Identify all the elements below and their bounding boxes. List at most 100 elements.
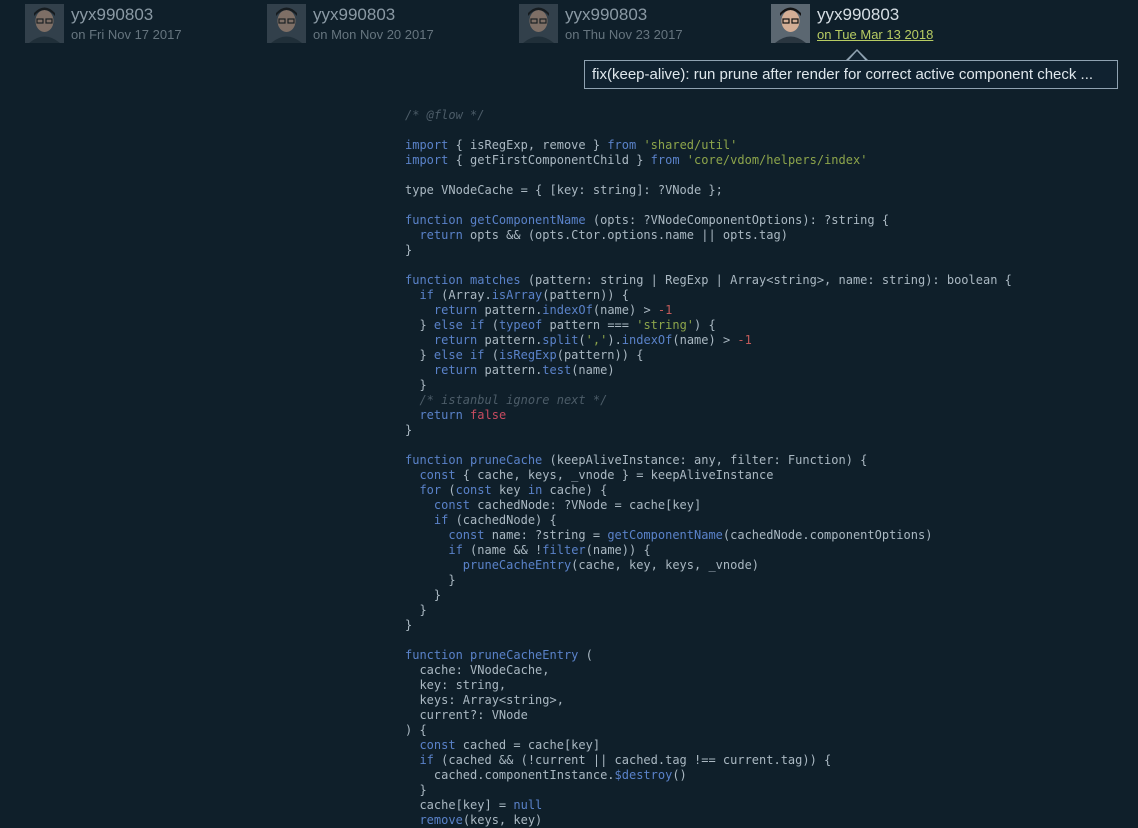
code-token: ( <box>441 483 456 497</box>
code-line: if (name && !filter(name)) { <box>405 543 1012 558</box>
code-token: if <box>448 543 463 557</box>
code-token: { isRegExp, remove } <box>448 138 608 152</box>
code-token: } <box>405 423 413 437</box>
code-token: (keepAliveInstance: any, filter: Functio… <box>542 453 868 467</box>
commit-item[interactable]: yyx990803 on Fri Nov 17 2017 <box>25 4 182 43</box>
code-line: keys: Array<string>, <box>405 693 1012 708</box>
code-token: } <box>405 618 413 632</box>
code-line: ) { <box>405 723 1012 738</box>
code-token: } <box>405 348 434 362</box>
code-token: { getFirstComponentChild } <box>448 153 651 167</box>
code-token: cache[key] = <box>405 798 514 812</box>
code-token: (cachedNode.componentOptions) <box>722 528 933 542</box>
code-token: (name) > <box>592 303 658 317</box>
code-token: name: ?string = <box>484 528 608 542</box>
code-token: isRegExp <box>498 348 557 362</box>
code-token: 'shared/util' <box>643 138 738 152</box>
commit-date: on Fri Nov 17 2017 <box>71 27 182 42</box>
commit-date: on Mon Nov 20 2017 <box>313 27 434 42</box>
code-line: return false <box>405 408 1012 423</box>
code-token: 'core/vdom/helpers/index' <box>686 153 868 167</box>
code-token: const <box>419 468 456 482</box>
code-token: pruneCacheEntry <box>470 648 579 662</box>
code-token: if <box>433 513 449 527</box>
code-token: (Array. <box>433 288 492 302</box>
code-token: pattern. <box>477 363 543 377</box>
code-token: const <box>433 498 471 512</box>
code-line: return pattern.split(',').indexOf(name) … <box>405 333 1012 348</box>
code-token: ( <box>484 318 499 332</box>
code-line: } <box>405 573 1012 588</box>
code-token: (pattern: string | RegExp | Array<string… <box>520 273 1012 287</box>
code-line: pruneCacheEntry(cache, key, keys, _vnode… <box>405 558 1012 573</box>
code-token: pattern. <box>477 303 543 317</box>
code-line: const { cache, keys, _vnode } = keepAliv… <box>405 468 1012 483</box>
code-token: import <box>405 153 449 167</box>
code-line: key: string, <box>405 678 1012 693</box>
code-line: } <box>405 783 1012 798</box>
code-token: (cache, key, keys, _vnode) <box>571 558 760 572</box>
code-line: return pattern.test(name) <box>405 363 1012 378</box>
code-token: for <box>419 483 442 497</box>
code-token: (keys, key) <box>462 813 543 827</box>
code-token: filter <box>542 543 586 557</box>
commit-history-bar: yyx990803 on Fri Nov 17 2017 yyx990803 o… <box>0 0 1138 50</box>
code-token: null <box>513 798 543 812</box>
code-token: else if <box>433 318 485 332</box>
code-token: typeof <box>498 318 543 332</box>
code-token: (cachedNode) { <box>448 513 557 527</box>
commit-message-tooltip: fix(keep-alive): run prune after render … <box>584 60 1118 89</box>
code-line: return pattern.indexOf(name) > -1 <box>405 303 1012 318</box>
code-line: } else if (typeof pattern === 'string') … <box>405 318 1012 333</box>
commit-item-active[interactable]: yyx990803 on Tue Mar 13 2018 <box>771 4 933 43</box>
code-token: ( <box>484 348 499 362</box>
code-token: cached.componentInstance. <box>405 768 615 782</box>
avatar <box>267 4 306 43</box>
code-line: function getComponentName (opts: ?VNodeC… <box>405 213 1012 228</box>
code-token: cache: VNodeCache, <box>405 663 550 677</box>
code-token: import <box>405 138 449 152</box>
code-token: -1 <box>737 333 752 347</box>
code-token: cache) { <box>542 483 608 497</box>
code-token: else if <box>433 348 485 362</box>
code-token: false <box>470 408 507 422</box>
code-line: import { isRegExp, remove } from 'shared… <box>405 138 1012 153</box>
code-line: cache[key] = null <box>405 798 1012 813</box>
commit-date-link[interactable]: on Tue Mar 13 2018 <box>817 27 933 43</box>
code-line: } <box>405 378 1012 393</box>
code-token: if <box>419 288 434 302</box>
code-token: const <box>419 738 456 752</box>
commit-author: yyx990803 <box>817 5 900 24</box>
code-line: } else if (isRegExp(pattern)) { <box>405 348 1012 363</box>
commit-item[interactable]: yyx990803 on Mon Nov 20 2017 <box>267 4 434 43</box>
commit-item[interactable]: yyx990803 on Thu Nov 23 2017 <box>519 4 683 43</box>
code-token: (opts: ?VNodeComponentOptions): ?string … <box>585 213 890 227</box>
code-token: 'string' <box>636 318 695 332</box>
code-line: cached.componentInstance.$destroy() <box>405 768 1012 783</box>
code-line: /* istanbul ignore next */ <box>405 393 1012 408</box>
code-line: } <box>405 618 1012 633</box>
code-line: if (cachedNode) { <box>405 513 1012 528</box>
code-token: function <box>405 453 463 467</box>
code-token: $destroy <box>614 768 673 782</box>
code-token: ) { <box>405 723 427 737</box>
code-line: function pruneCacheEntry ( <box>405 648 1012 663</box>
code-token: ( <box>578 333 586 347</box>
code-token: (name) > <box>672 333 738 347</box>
code-token: getComponentName <box>607 528 723 542</box>
code-token: ( <box>578 648 593 662</box>
code-token: } <box>405 243 413 257</box>
code-line: if (Array.isArray(pattern)) { <box>405 288 1012 303</box>
